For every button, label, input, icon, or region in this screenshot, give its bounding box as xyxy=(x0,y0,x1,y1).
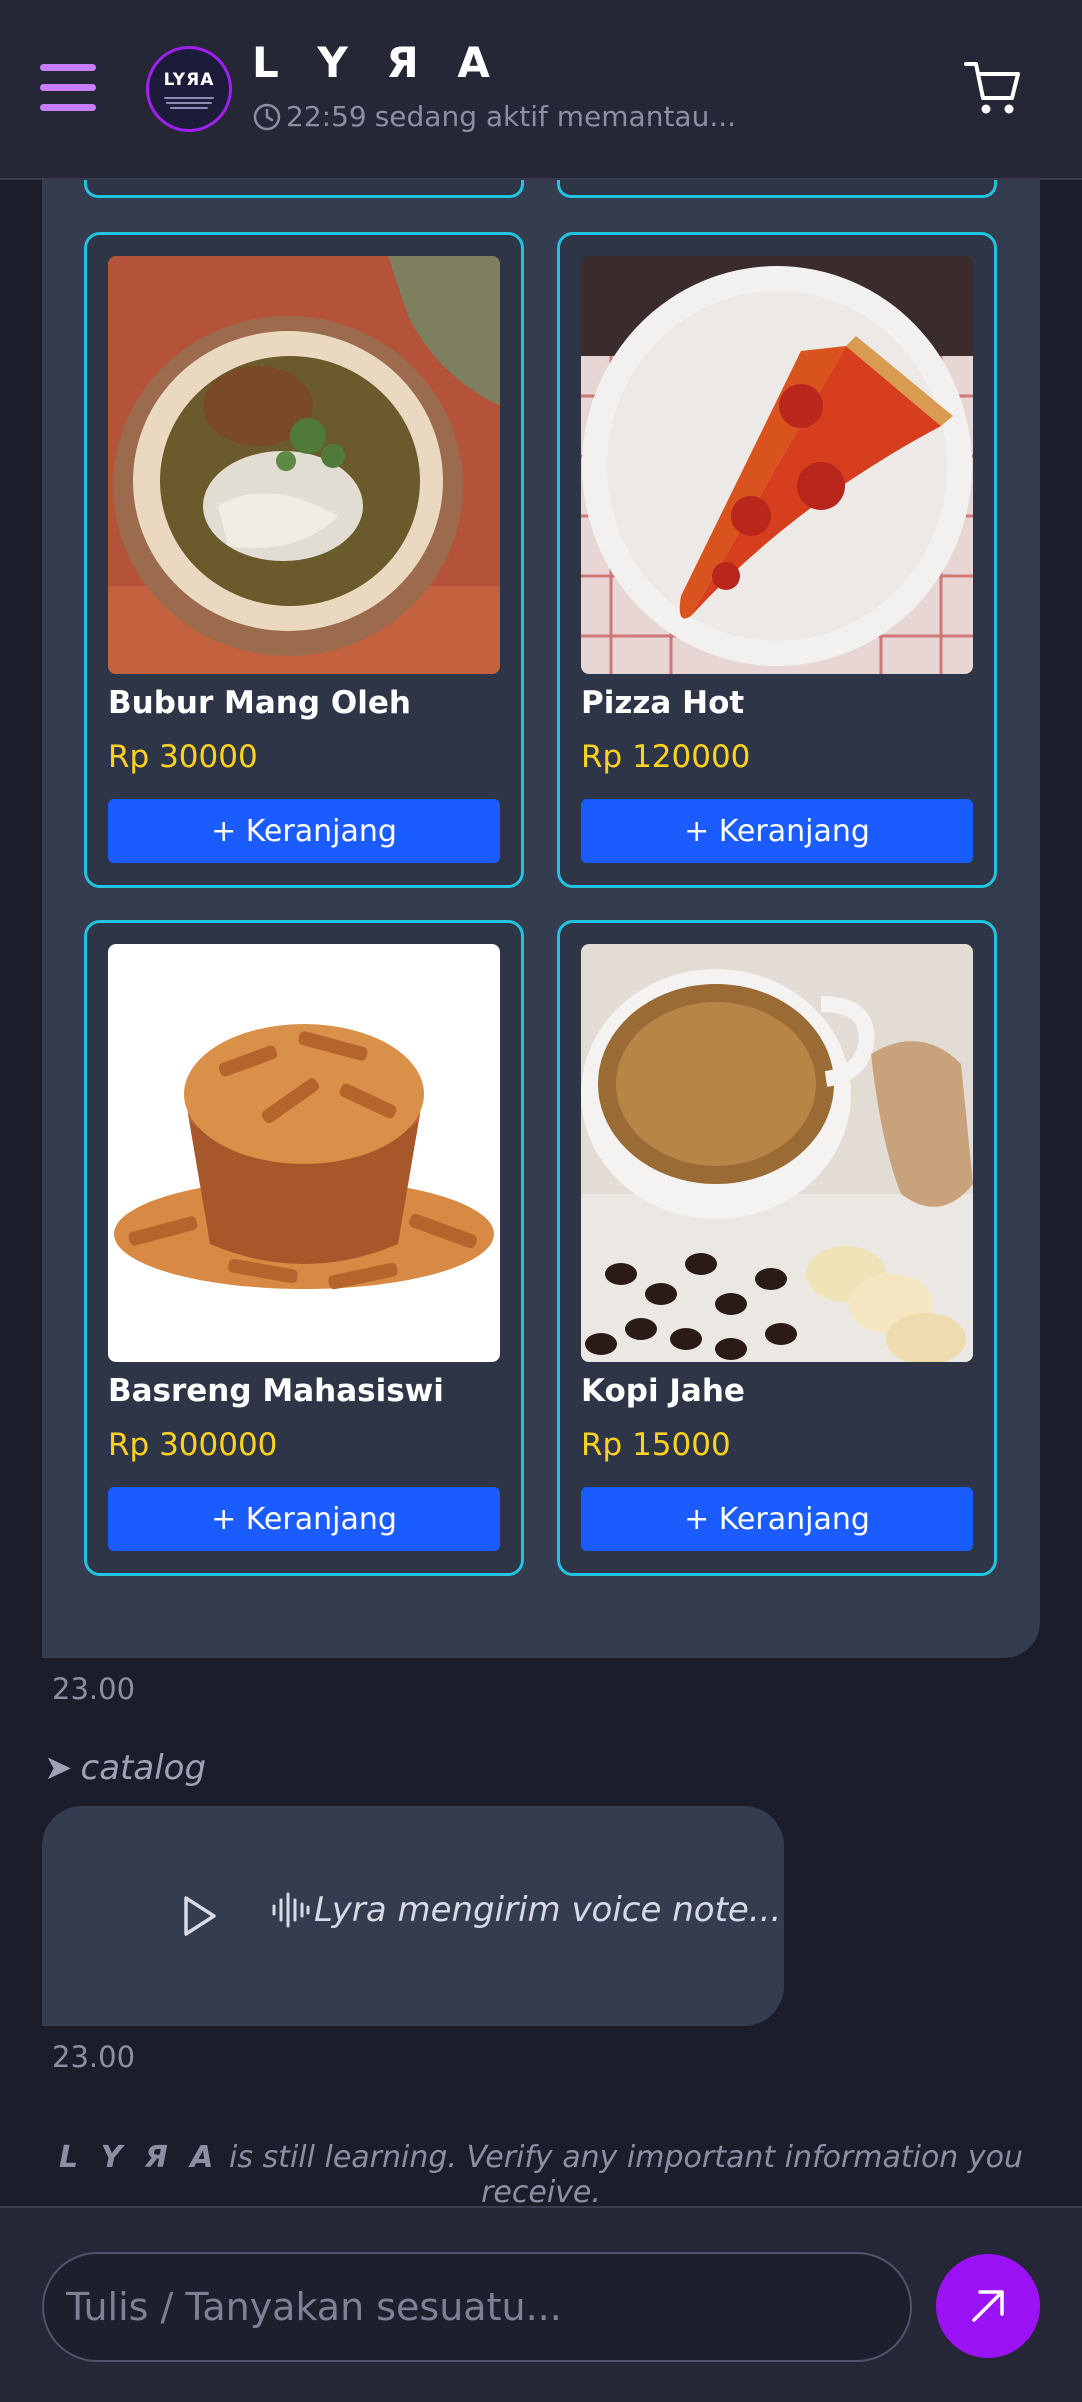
message-input[interactable] xyxy=(42,2252,912,2362)
product-image xyxy=(581,944,973,1362)
product-price: Rp 15000 xyxy=(581,1427,731,1463)
avatar-logo: LYЯA xyxy=(163,69,215,90)
product-image xyxy=(108,944,500,1362)
status-time: 22:59 xyxy=(286,100,367,133)
app-header: LYЯA L Y Я A 22:59 sedang aktif memantau… xyxy=(0,0,1082,180)
product-name: Basreng Mahasiswi xyxy=(108,1373,444,1409)
add-to-cart-button[interactable]: + Keranjang xyxy=(108,1487,500,1551)
play-icon[interactable] xyxy=(180,1894,220,1938)
menu-icon[interactable] xyxy=(40,64,96,112)
product-name: Kopi Jahe xyxy=(581,1373,745,1409)
cart-icon[interactable] xyxy=(964,58,1020,118)
add-to-cart-button[interactable]: + Keranjang xyxy=(581,799,973,863)
disclaimer: L Y Я A is still learning. Verify any im… xyxy=(0,2140,1082,2210)
voice-note-message: Lyra mengirim voice note... xyxy=(42,1806,784,2026)
product-image xyxy=(108,256,500,674)
disclaimer-brand: L Y Я A xyxy=(59,2140,220,2175)
product-price: Rp 120000 xyxy=(581,739,751,775)
audio-wave-icon xyxy=(272,1892,310,1928)
avatar[interactable]: LYЯA xyxy=(146,46,232,132)
voice-note-text: Lyra mengirim voice note... xyxy=(314,1890,782,1930)
send-button[interactable] xyxy=(936,2254,1040,2358)
product-card: Bubur Mang Oleh Rp 30000 + Keranjang xyxy=(84,232,524,888)
send-icon xyxy=(972,2290,1004,2322)
command-label: ➤ catalog xyxy=(44,1748,206,1788)
product-image xyxy=(581,256,973,674)
product-card: Basreng Mahasiswi Rp 300000 + Keranjang xyxy=(84,920,524,1576)
status-line: 22:59 sedang aktif memantau... xyxy=(252,100,736,133)
add-to-cart-button[interactable]: + Keranjang xyxy=(108,799,500,863)
product-name: Pizza Hot xyxy=(581,685,745,721)
product-card: Pizza Hot Rp 120000 + Keranjang xyxy=(557,232,997,888)
disclaimer-text: is still learning. Verify any important … xyxy=(219,2140,1023,2210)
chat-screen: Bubur Mang Oleh Rp 30000 + Keranjang Piz… xyxy=(0,0,1082,2402)
product-price: Rp 300000 xyxy=(108,1427,278,1463)
command-text: catalog xyxy=(80,1748,207,1788)
add-to-cart-button[interactable]: + Keranjang xyxy=(581,1487,973,1551)
status-text: sedang aktif memantau... xyxy=(374,100,737,133)
message-timestamp: 23.00 xyxy=(52,1672,136,1706)
product-name: Bubur Mang Oleh xyxy=(108,685,411,721)
app-title: L Y Я A xyxy=(252,38,502,87)
clock-icon xyxy=(253,103,281,130)
message-timestamp: 23.00 xyxy=(52,2040,136,2074)
message-composer xyxy=(0,2206,1082,2402)
arrow-icon: ➤ xyxy=(44,1748,73,1788)
product-price: Rp 30000 xyxy=(108,739,258,775)
product-card: Kopi Jahe Rp 15000 + Keranjang xyxy=(557,920,997,1576)
voice-note-label: Lyra mengirim voice note... xyxy=(270,1890,781,1930)
